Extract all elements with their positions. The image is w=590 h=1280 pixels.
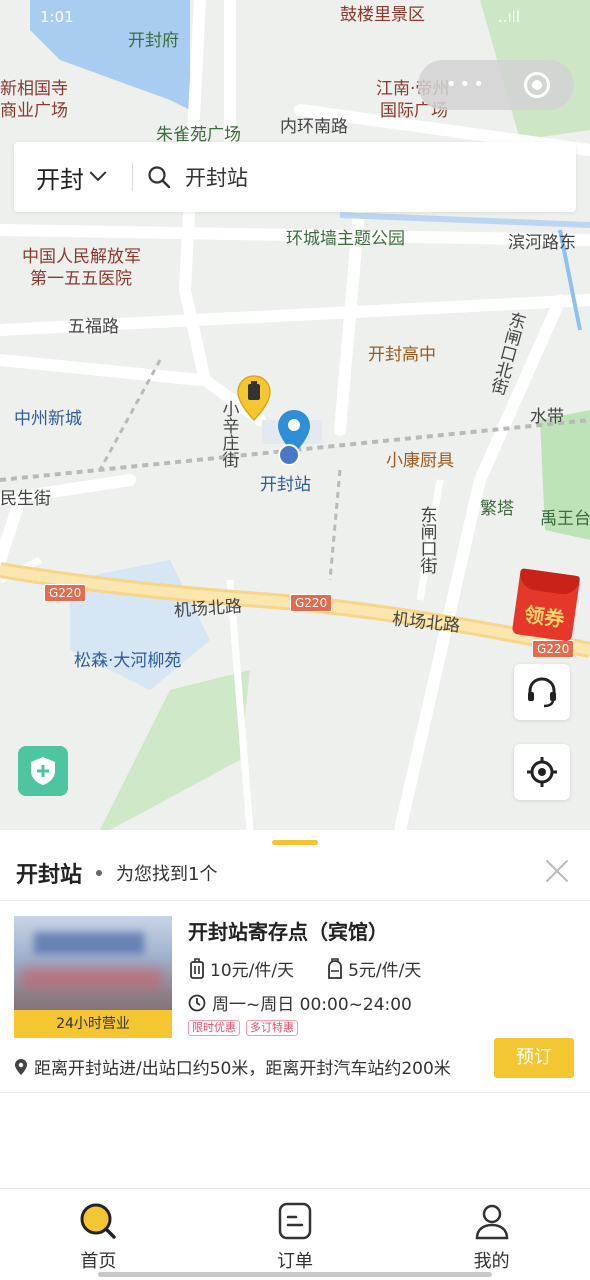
- road-shield-g220-3: G220: [532, 640, 575, 658]
- tab-home-label: 首页: [80, 1251, 117, 1272]
- search-icon: [148, 166, 171, 189]
- tab-orders-label: 订单: [277, 1251, 313, 1272]
- suitcase-icon: [190, 957, 204, 979]
- city-selector[interactable]: 开封: [14, 160, 132, 195]
- search-input[interactable]: 开封站: [185, 162, 248, 192]
- location-pin-icon: [15, 1058, 27, 1075]
- map-label-dongzha: 东闸口街: [416, 506, 437, 574]
- map-label-xiaokang: 小康厨具: [386, 451, 454, 471]
- map-label-yuwang: 禹王台: [540, 509, 590, 529]
- safety-shield-button[interactable]: [18, 746, 68, 796]
- backpack-icon: [328, 957, 342, 979]
- map-label-hospital-2: 第一五五医院: [30, 269, 132, 289]
- map-label-shuidai: 水带: [530, 407, 564, 427]
- more-icon[interactable]: •••: [446, 74, 487, 95]
- search-bar[interactable]: 开封 开封站: [14, 142, 576, 212]
- status-time: 1:01: [40, 8, 74, 26]
- map-view[interactable]: 1:01 ..ıll 开封府 鼓楼里景区 新相国寺 商业广场 朱雀苑广场 江南·…: [0, 0, 590, 830]
- promo-tags: 限时优惠 多订特惠: [188, 1020, 304, 1036]
- dot-separator: [96, 870, 103, 876]
- map-label-binhe: 滨河路东: [508, 233, 576, 253]
- divider: [0, 1092, 590, 1093]
- chevron-down-icon: [89, 164, 107, 182]
- promo-multi-tag: 多订特惠: [246, 1020, 298, 1036]
- map-label-station: 开封站: [260, 475, 311, 495]
- map-label-gaozhong: 开封高中: [368, 345, 436, 365]
- coupon-label: 领券: [522, 602, 566, 632]
- price-small-item: 10元/件/天: [210, 961, 295, 981]
- panel-header: 开封站 为您找到1个: [16, 856, 574, 890]
- price-large-item: 5元/件/天: [348, 961, 422, 981]
- road-shield-g220-2: G220: [290, 594, 333, 612]
- results-panel: 开封站 为您找到1个 24小时营业 开封站寄存点（宾馆） 10元/件/天 5元/…: [0, 830, 590, 1188]
- locker-pin-icon[interactable]: [236, 374, 272, 422]
- close-mini-program-icon[interactable]: [524, 72, 550, 98]
- map-label-songsen: 松森·大河柳苑: [74, 651, 182, 671]
- divider: [0, 900, 590, 901]
- tab-profile-label: 我的: [473, 1251, 510, 1272]
- price-row: 10元/件/天 5元/件/天: [188, 956, 421, 981]
- shield-plus-icon: [31, 757, 55, 785]
- map-label-neihuan: 内环南路: [280, 117, 348, 137]
- map-label-zhongzhou: 中州新城: [14, 409, 82, 429]
- hours-text: 周一~周日 00:00~24:00: [212, 995, 412, 1015]
- book-button[interactable]: 预订: [494, 1038, 574, 1078]
- search-divider: [132, 163, 133, 191]
- map-label-minsheng: 民生街: [0, 489, 51, 509]
- status-bar: 1:01 ..ıll: [40, 8, 570, 36]
- status-signal: ..ıll: [497, 8, 520, 26]
- shop-photo: 24小时营业: [14, 916, 172, 1038]
- close-icon[interactable]: [542, 856, 572, 886]
- map-label-huancheng: 环城墙主题公园: [286, 229, 405, 249]
- headset-icon: [528, 677, 556, 708]
- map-label-xiangguosi: 新相国寺: [0, 79, 68, 99]
- result-count: 为您找到1个: [116, 864, 218, 885]
- business-hours: 周一~周日 00:00~24:00: [188, 990, 412, 1015]
- tab-home[interactable]: 首页: [0, 1189, 197, 1280]
- panel-drag-handle[interactable]: [272, 840, 318, 845]
- city-label: 开封: [36, 165, 84, 194]
- bottom-tab-bar: 首页 订单 我的: [0, 1188, 590, 1280]
- tab-profile[interactable]: 我的: [393, 1189, 590, 1280]
- map-label-wufu: 五福路: [68, 317, 119, 337]
- shop-name: 开封站寄存点（宾馆）: [188, 920, 388, 944]
- crosshair-icon: [527, 757, 557, 787]
- home-indicator: [98, 1272, 492, 1277]
- panel-title: 开封站: [16, 863, 83, 888]
- map-label-shangye: 商业广场: [0, 101, 68, 121]
- distance-info: 距离开封站进/出站口约50米，距离开封汽车站约200米: [14, 1054, 451, 1079]
- promo-limited-tag: 限时优惠: [188, 1020, 240, 1036]
- coupon-button[interactable]: 领券: [511, 568, 581, 642]
- clock-icon: [188, 994, 206, 1011]
- distance-text: 距离开封站进/出站口约50米，距离开封汽车站约200米: [34, 1059, 451, 1079]
- map-label-xiaoxin: 小辛庄街: [218, 400, 239, 468]
- map-label-hospital-1: 中国人民解放军: [22, 247, 141, 267]
- customer-service-button[interactable]: [514, 664, 570, 720]
- result-card[interactable]: 24小时营业 开封站寄存点（宾馆） 10元/件/天 5元/件/天 周一~周日 0…: [14, 916, 574, 1092]
- mini-program-capsule[interactable]: •••: [418, 60, 574, 110]
- map-label-fanta: 繁塔: [480, 499, 514, 519]
- train-station-icon: [278, 444, 300, 466]
- map-label-kaifengfu: 开封府: [128, 31, 179, 51]
- map-label-gulou: 鼓楼里景区: [340, 5, 425, 25]
- home-search-icon: [80, 1203, 117, 1239]
- profile-icon: [475, 1204, 508, 1240]
- order-icon: [278, 1202, 312, 1240]
- road-shield-g220-1: G220: [44, 584, 87, 602]
- tab-orders[interactable]: 订单: [197, 1189, 394, 1280]
- open-hours-badge: 24小时营业: [14, 1010, 172, 1038]
- locate-me-button[interactable]: [514, 744, 570, 800]
